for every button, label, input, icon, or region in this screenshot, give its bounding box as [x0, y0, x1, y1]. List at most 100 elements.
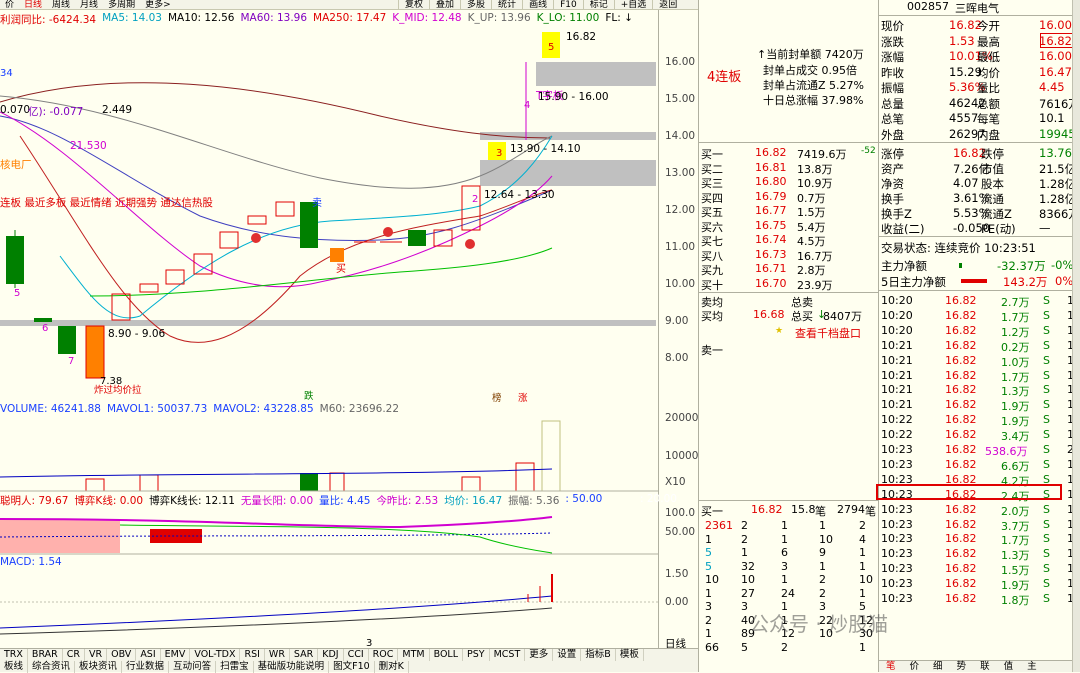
- tab-asi[interactable]: ASI: [136, 649, 161, 661]
- quote-label: PE(动): [981, 222, 1016, 236]
- tab-trend[interactable]: 势: [950, 661, 974, 672]
- quote-label: 总量: [881, 96, 904, 111]
- tab-sar[interactable]: SAR: [290, 649, 319, 661]
- tab-detail[interactable]: 细: [926, 661, 950, 672]
- quote-row: 振幅 5.36% 量比 4.45: [879, 80, 1079, 95]
- toolbar-multi-stock-button[interactable]: 多股: [460, 0, 491, 10]
- tab-obv[interactable]: OBV: [107, 649, 137, 661]
- tick-volume: 1.7万: [1001, 310, 1030, 324]
- toolbar-f10-button[interactable]: F10: [553, 0, 583, 10]
- toolbar-back-button[interactable]: 返回: [652, 0, 683, 10]
- queue-cell: 2: [859, 519, 866, 532]
- toolbar-item-price[interactable]: 价: [0, 0, 19, 9]
- divider: [699, 500, 879, 501]
- toolbar-item-monthly[interactable]: 月线: [75, 0, 103, 9]
- tab-cr[interactable]: CR: [63, 649, 85, 661]
- tick-side: S: [1043, 398, 1050, 412]
- queue-cell: 10: [819, 532, 833, 546]
- tick-side: S: [1043, 517, 1050, 531]
- sell-one-label: 卖一: [701, 344, 723, 357]
- tab-basic-help[interactable]: 基础版功能说明: [254, 661, 330, 673]
- quote-label: 最低: [977, 50, 1000, 64]
- tab-delete-k[interactable]: 删对K: [375, 661, 409, 673]
- tab-industry-data[interactable]: 行业数据: [122, 661, 170, 673]
- quote-row: 总量 46242 总额 7616万: [879, 96, 1080, 111]
- tab-template[interactable]: 模板: [616, 649, 644, 661]
- view-depth-link[interactable]: 查看千档盘口: [795, 325, 861, 341]
- tab-tick[interactable]: 笔: [879, 661, 903, 672]
- quote-value: 4.45: [1039, 80, 1065, 94]
- tick-price: 16.82: [945, 532, 977, 546]
- tab-f10-graphic[interactable]: 图文F10: [329, 661, 375, 673]
- order-price: 16.71: [755, 262, 787, 275]
- vertical-scrollbar[interactable]: [1072, 0, 1080, 672]
- toolbar-item-daily[interactable]: 日线: [19, 0, 47, 9]
- toolbar-restore-button[interactable]: 复权: [398, 0, 429, 10]
- tick-side: S: [1043, 323, 1050, 337]
- tab-main[interactable]: 主: [1020, 661, 1044, 672]
- tab-mcst[interactable]: MCST: [490, 649, 526, 661]
- tick-volume: 1.0万: [1001, 355, 1030, 369]
- queue-cell: 1: [781, 519, 788, 532]
- kmid-curve: [0, 115, 553, 241]
- tab-indicator-b[interactable]: 指标B: [581, 649, 616, 661]
- tab-news[interactable]: 综合资讯: [28, 661, 76, 673]
- tab-cci[interactable]: CCI: [344, 649, 369, 661]
- quote-value: 1.28亿: [1039, 177, 1077, 191]
- tab-brar[interactable]: BRAR: [28, 649, 63, 661]
- queue-cell: 2: [741, 532, 748, 546]
- toolbar-stats-button[interactable]: 统计: [491, 0, 522, 10]
- junjia-value: 均价: 16.47: [444, 495, 503, 507]
- main5-pct: 0%: [1055, 274, 1074, 288]
- tab-price[interactable]: 价: [903, 661, 927, 672]
- marker-5-top: 5: [548, 42, 555, 53]
- tick-side: S: [1043, 383, 1050, 397]
- tab-emv[interactable]: EMV: [161, 649, 191, 661]
- order-price: 16.73: [755, 247, 787, 261]
- tab-value[interactable]: 值: [997, 661, 1021, 672]
- quote-value: 21.5亿: [1039, 162, 1077, 176]
- tick-price: 16.82: [945, 592, 977, 605]
- tab-sector-news[interactable]: 板块资讯: [75, 661, 123, 673]
- tab-settings[interactable]: 设置: [553, 649, 582, 661]
- v20-value: : 20.00: [640, 493, 677, 505]
- tab-boll[interactable]: BOLL: [430, 649, 464, 661]
- stock-name: 三晖电气: [955, 2, 999, 15]
- divider: [699, 142, 879, 143]
- tab-qa[interactable]: 互动问答: [169, 661, 217, 673]
- toolbar-mark-button[interactable]: 标记: [582, 0, 614, 10]
- tab-trx[interactable]: TRX: [0, 649, 28, 661]
- toolbar-item-more[interactable]: 更多>: [140, 0, 176, 9]
- toolbar-item-weekly[interactable]: 周线: [47, 0, 75, 9]
- tab-vr[interactable]: VR: [85, 649, 108, 661]
- tab-kdj[interactable]: KDJ: [318, 649, 344, 661]
- tab-more[interactable]: 更多: [525, 649, 554, 661]
- tab-risk-scan[interactable]: 扫雷宝: [216, 661, 254, 673]
- liangbi-value: 量比: 4.45: [319, 495, 371, 507]
- total-buy-label: 总买: [791, 310, 813, 323]
- tab-rsi[interactable]: RSI: [240, 649, 265, 661]
- ma10-value: MA10: 12.56: [167, 12, 235, 24]
- tab-link[interactable]: 联: [973, 661, 997, 672]
- toolbar-item-multi-period[interactable]: 多周期: [103, 0, 140, 9]
- macd-dea: [0, 607, 553, 635]
- queue-row: 1 2 1 10 4: [699, 533, 879, 547]
- chart-label-top-price: 16.82: [566, 31, 597, 43]
- toolbar-add-watch-button[interactable]: +自选: [613, 0, 653, 10]
- tab-vol-tdx[interactable]: VOL-TDX: [190, 649, 241, 661]
- chart-label-34: 34: [0, 68, 13, 79]
- tick-time: 10:21: [881, 353, 913, 367]
- macd-value: MACD: 1.54: [0, 556, 62, 568]
- toolbar-overlay-button[interactable]: 叠加: [429, 0, 460, 10]
- tab-roc[interactable]: ROC: [369, 649, 399, 661]
- order-book-row: 买五 16.77 1.5万: [699, 204, 879, 219]
- toolbar-draw-button[interactable]: 画线: [522, 0, 553, 10]
- chart-label-range-2: 13.90 - 14.10: [510, 143, 581, 155]
- tab-mtm[interactable]: MTM: [398, 649, 430, 661]
- tick-price: 16.82: [945, 383, 977, 397]
- tab-psy[interactable]: PSY: [463, 649, 490, 661]
- stock-code: 002857: [907, 0, 949, 13]
- quote-row: 换手 3.61% 流通 1.28亿: [879, 191, 1079, 206]
- tab-wr[interactable]: WR: [265, 649, 290, 661]
- tab-board-line[interactable]: 板线: [0, 661, 29, 673]
